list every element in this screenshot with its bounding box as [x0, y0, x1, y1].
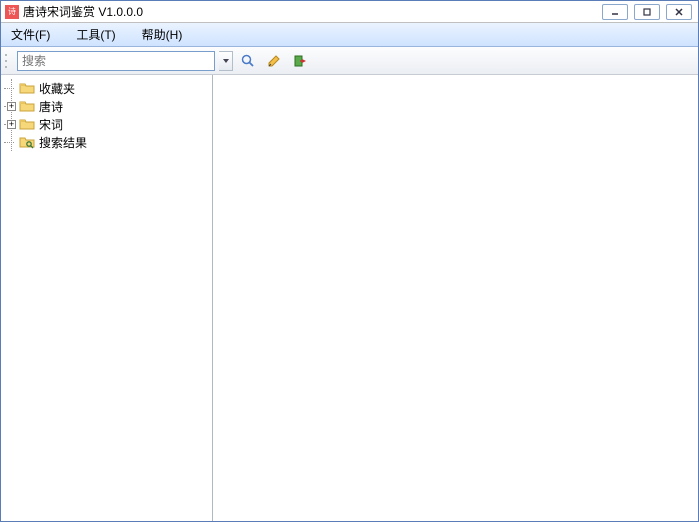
search-dropdown-button[interactable]: [219, 51, 233, 71]
folder-icon: [19, 81, 35, 95]
menubar: 文件(F) 工具(T) 帮助(H): [1, 23, 698, 47]
tree-label: 唐诗: [39, 98, 63, 115]
window-controls: [602, 4, 692, 20]
menu-tools[interactable]: 工具(T): [72, 24, 119, 45]
close-button[interactable]: [666, 4, 692, 20]
toolbar: [1, 47, 698, 75]
toolbar-grip: [5, 52, 11, 70]
app-icon: 诗: [5, 5, 19, 19]
tree-item-tang[interactable]: + 唐诗: [12, 97, 210, 115]
tree-item-song[interactable]: + 宋词: [12, 115, 210, 133]
tree-expander[interactable]: +: [7, 120, 16, 129]
tree-item-favorites[interactable]: 收藏夹: [12, 79, 210, 97]
tree-panel: 收藏夹 + 唐诗 + 宋词: [1, 75, 213, 521]
tree-root: 收藏夹 + 唐诗 + 宋词: [11, 79, 210, 151]
content-area: 收藏夹 + 唐诗 + 宋词: [1, 75, 698, 521]
edit-icon[interactable]: [263, 50, 285, 72]
tree-label: 搜索结果: [39, 134, 87, 151]
tree-label: 宋词: [39, 116, 63, 133]
search-icon[interactable]: [237, 50, 259, 72]
menu-help[interactable]: 帮助(H): [138, 24, 187, 45]
tree-expander-blank: [7, 138, 16, 147]
app-window: 诗 唐诗宋词鉴赏 V1.0.0.0 文件(F) 工具(T) 帮助(H): [0, 0, 699, 522]
maximize-button[interactable]: [634, 4, 660, 20]
tree-label: 收藏夹: [39, 80, 75, 97]
folder-icon: [19, 99, 35, 113]
folder-search-icon: [19, 135, 35, 149]
tree-expander-blank: [7, 84, 16, 93]
menu-file[interactable]: 文件(F): [7, 24, 54, 45]
tree-expander[interactable]: +: [7, 102, 16, 111]
exit-icon[interactable]: [289, 50, 311, 72]
titlebar: 诗 唐诗宋词鉴赏 V1.0.0.0: [1, 1, 698, 23]
window-title: 唐诗宋词鉴赏 V1.0.0.0: [23, 3, 602, 20]
minimize-button[interactable]: [602, 4, 628, 20]
tree-item-results[interactable]: 搜索结果: [12, 133, 210, 151]
main-panel: [213, 75, 698, 521]
folder-icon: [19, 117, 35, 131]
search-input[interactable]: [17, 51, 215, 71]
